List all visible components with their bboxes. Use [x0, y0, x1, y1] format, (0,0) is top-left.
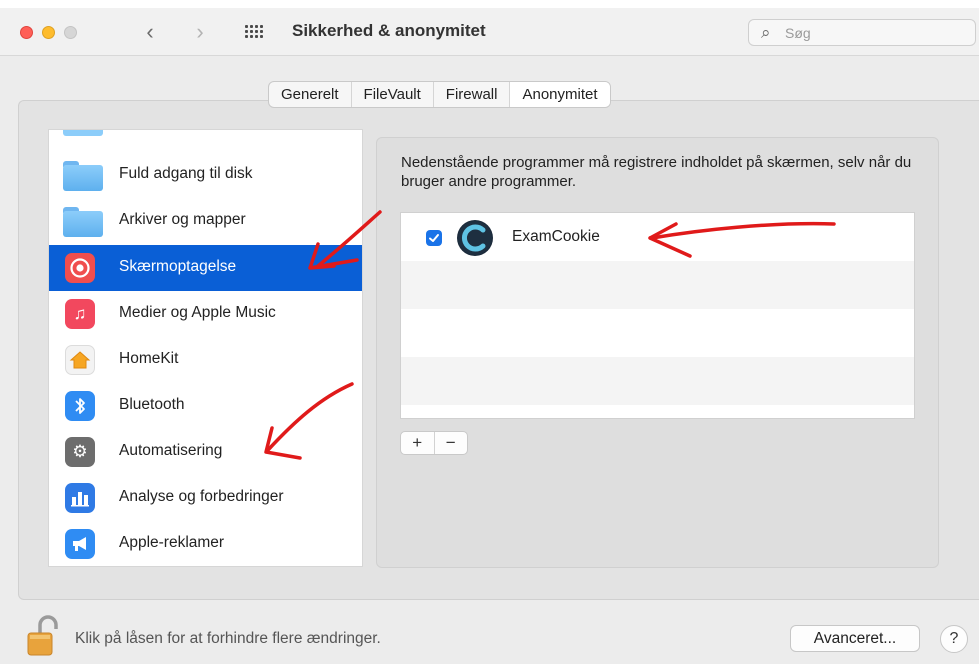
sidebar-item-media-apple-music[interactable]: ♫ Medier og Apple Music	[49, 291, 362, 337]
tab-bar: Generelt FileVault Firewall Anonymitet	[268, 81, 611, 108]
magnifier-icon: ⌕	[761, 23, 771, 42]
app-name: ExamCookie	[512, 228, 600, 245]
list-item[interactable]: ExamCookie	[401, 213, 914, 261]
checkmark-icon	[429, 234, 439, 242]
list-item	[401, 261, 914, 309]
megaphone-icon	[65, 529, 95, 559]
privacy-category-list[interactable]: Fuld adgang til disk Arkiver og mapper S…	[48, 129, 363, 567]
lock-icon[interactable]	[22, 615, 66, 657]
list-item	[401, 357, 914, 405]
back-button[interactable]: ‹	[136, 18, 164, 46]
permission-description: Nedenstående programmer må registrere in…	[401, 154, 912, 190]
help-button[interactable]: ?	[940, 625, 968, 653]
tab-firewall[interactable]: Firewall	[434, 82, 511, 107]
advanced-button[interactable]: Avanceret...	[790, 625, 920, 652]
show-all-grid-icon[interactable]	[245, 25, 265, 39]
window-title: Sikkerhed & anonymitet	[292, 21, 486, 40]
list-item	[401, 309, 914, 357]
minimize-window-button[interactable]	[42, 26, 55, 39]
sidebar-item-label: Apple-reklamer	[119, 534, 225, 551]
sidebar-item-label: Medier og Apple Music	[119, 304, 276, 321]
sidebar-item-apple-advertising[interactable]: Apple-reklamer	[49, 521, 362, 566]
title-bar: ‹ › Sikkerhed & anonymitet ⌕	[0, 8, 979, 56]
sidebar-item-label: Bluetooth	[119, 396, 185, 413]
remove-app-button[interactable]: −	[435, 432, 468, 454]
sidebar-item-full-disk-access[interactable]: Fuld adgang til disk	[49, 152, 362, 198]
folder-icon	[63, 130, 103, 136]
bluetooth-icon	[65, 391, 95, 421]
sidebar-item-analytics[interactable]: Analyse og forbedringer	[49, 475, 362, 521]
tab-anonymitet[interactable]: Anonymitet	[510, 82, 610, 107]
sidebar-item-label: Fuld adgang til disk	[119, 165, 253, 182]
chevron-right-icon: ›	[196, 19, 204, 44]
app-list[interactable]: ExamCookie	[400, 212, 915, 419]
sidebar-item-files-and-folders[interactable]: Arkiver og mapper	[49, 198, 362, 244]
bar-chart-icon	[65, 483, 95, 513]
lock-hint-text: Klik på låsen for at forhindre flere ænd…	[75, 630, 381, 647]
sidebar-item-bluetooth[interactable]: Bluetooth	[49, 383, 362, 429]
sidebar-item-label: Analyse og forbedringer	[119, 488, 284, 505]
sidebar-item-label: Skærmoptagelse	[119, 258, 237, 275]
sidebar-item-label: Automatisering	[119, 442, 223, 459]
tab-generelt[interactable]: Generelt	[269, 82, 352, 107]
app-checkbox[interactable]	[426, 230, 442, 246]
close-window-button[interactable]	[20, 26, 33, 39]
examcookie-app-icon	[457, 220, 493, 256]
sidebar-item-automation[interactable]: ⚙ Automatisering	[49, 429, 362, 475]
folder-icon	[63, 207, 103, 237]
add-app-button[interactable]: +	[401, 432, 435, 454]
tab-filevault[interactable]: FileVault	[352, 82, 434, 107]
sidebar-item-label: HomeKit	[119, 350, 179, 367]
sidebar-item-label: Arkiver og mapper	[119, 211, 246, 228]
sidebar-item-screen-recording[interactable]: Skærmoptagelse	[49, 245, 362, 291]
gear-icon: ⚙	[65, 437, 95, 467]
zoom-window-button[interactable]	[64, 26, 77, 39]
screen-recording-icon	[65, 253, 95, 283]
chevron-left-icon: ‹	[146, 19, 154, 44]
sidebar-item-homekit[interactable]: HomeKit	[49, 337, 362, 383]
search-field[interactable]: ⌕	[748, 19, 976, 46]
folder-icon	[63, 161, 103, 191]
forward-button[interactable]: ›	[186, 18, 214, 46]
home-icon	[65, 345, 95, 375]
search-input[interactable]	[785, 23, 965, 43]
music-note-icon: ♫	[65, 299, 95, 329]
add-remove-control: + −	[400, 431, 468, 455]
